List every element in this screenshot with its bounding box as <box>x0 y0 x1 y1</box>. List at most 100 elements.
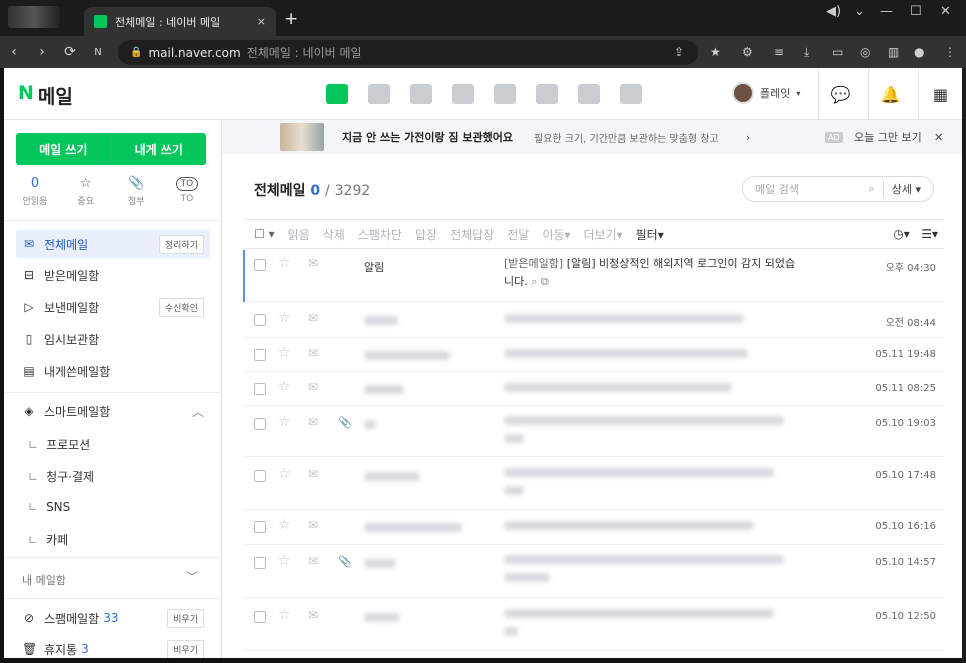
memo-service-icon[interactable] <box>410 84 432 104</box>
envelope-icon[interactable]: ✉ <box>308 380 318 394</box>
reload-icon[interactable]: ⟳ <box>56 44 84 60</box>
back-icon[interactable]: ‹ <box>0 44 28 60</box>
read-receipt-button[interactable]: 수신확인 <box>158 297 204 317</box>
row-checkbox[interactable] <box>254 557 266 569</box>
star-icon[interactable]: ☆ <box>278 345 291 361</box>
subject-blurred[interactable] <box>504 311 804 329</box>
subject[interactable]: [받은메일함] [알림] 비정상적인 해외지역 로그인이 감지 되었습니다. ⌕… <box>504 255 804 291</box>
mail-service-icon[interactable] <box>326 84 348 104</box>
star-icon[interactable]: ☆ <box>278 466 291 482</box>
search-box[interactable]: 메일 검색 ⌕ 상세 ▾ <box>742 176 934 202</box>
row-checkbox[interactable] <box>254 418 266 430</box>
envelope-icon[interactable]: ✉ <box>308 311 318 325</box>
close-icon[interactable]: ✕ <box>934 131 943 144</box>
detail-search-button[interactable]: 상세 ▾ <box>882 181 933 197</box>
write-mail-button[interactable]: 메일 쓰기 <box>16 133 112 165</box>
maximize-icon[interactable]: ☐ <box>910 4 922 19</box>
download-icon[interactable]: ⤓ <box>804 45 809 60</box>
todo-service-icon[interactable] <box>536 84 558 104</box>
chevron-down-icon[interactable]: ﹀ <box>186 568 198 585</box>
screenshot-icon[interactable]: ◎ <box>860 45 870 59</box>
star-icon[interactable]: ☆ <box>278 517 291 533</box>
star-icon[interactable]: ☆ <box>278 379 291 395</box>
talk-icon[interactable]: 💬 <box>818 68 862 120</box>
read-button[interactable]: 읽음 <box>288 226 310 243</box>
move-button[interactable]: 이동▾ <box>542 226 570 243</box>
new-tab-button[interactable]: + <box>284 9 298 29</box>
forward-button[interactable]: 전달 <box>507 226 529 243</box>
envelope-icon[interactable]: ✉ <box>308 518 318 532</box>
smart-sub-promotion[interactable]: ∟ 프로모션 <box>28 436 90 453</box>
menu-icon[interactable]: ⋮ <box>944 45 956 59</box>
subject-blurred[interactable] <box>504 552 804 588</box>
capture-icon[interactable]: ▭ <box>832 45 843 59</box>
row-checkbox[interactable] <box>254 383 266 395</box>
envelope-icon[interactable]: ✉ <box>308 554 318 568</box>
naver-mail-logo[interactable]: N 메일 <box>18 82 73 109</box>
bookmark-service-icon[interactable] <box>620 84 642 104</box>
row-checkbox[interactable] <box>254 470 266 482</box>
empty-spam-button[interactable]: 비우기 <box>167 608 204 628</box>
close-window-icon[interactable]: ✕ <box>940 4 951 19</box>
bookmark-star-icon[interactable]: ★ <box>710 45 721 59</box>
my-folders-title[interactable]: 내 메일함 <box>22 572 66 588</box>
reply-button[interactable]: 답장 <box>415 226 437 243</box>
folder-all-mail[interactable]: ✉ 전체메일 정리하기 <box>16 230 210 258</box>
table-row[interactable]: ☆ ✉ 05.10 16:16 <box>244 510 944 545</box>
star-icon[interactable]: ☆ <box>278 310 291 326</box>
search-input[interactable]: 메일 검색 <box>755 181 799 197</box>
row-checkbox[interactable] <box>254 314 266 326</box>
more-button[interactable]: 더보기▾ <box>583 226 622 243</box>
folder-self[interactable]: ▤ 내게쓴메일함 <box>16 357 210 385</box>
subject-blurred[interactable] <box>504 413 804 449</box>
sort-time-icon[interactable]: ◷▾ ☰▾ <box>893 227 938 241</box>
minimize-icon[interactable]: — <box>880 4 893 19</box>
select-all-checkbox[interactable]: ☐ ▾ <box>254 227 275 241</box>
subject-blurred[interactable] <box>504 606 804 642</box>
row-checkbox[interactable] <box>254 259 266 271</box>
calendar-service-icon[interactable] <box>368 84 390 104</box>
table-row[interactable]: ☆ ✉ 05.10 17:48 <box>244 457 944 510</box>
chevron-up-icon[interactable]: ︿ <box>192 403 204 420</box>
unread-count[interactable]: 0 <box>310 183 320 199</box>
preview-icon[interactable]: ⌕ ⧉ <box>531 275 549 288</box>
reply-all-button[interactable]: 전체답장 <box>450 226 494 243</box>
star-icon[interactable]: ☆ <box>278 414 291 430</box>
table-row[interactable]: ☆ ✉ 오전 08:44 <box>244 303 944 338</box>
address-bar[interactable]: 🔒 mail.naver.com 전체메일 : 네이버 메일 <box>118 40 698 65</box>
share-icon[interactable]: ⇪ <box>674 45 684 59</box>
sidebar-toggle-icon[interactable]: ▥ <box>888 45 899 59</box>
table-row[interactable]: ☆ ✉ 📎 05.10 14:57 <box>244 545 944 598</box>
search-icon[interactable]: ⌕ <box>869 182 875 196</box>
profile-menu[interactable]: 플레잇 ▾ <box>732 82 800 104</box>
table-row[interactable]: ☆ ✉ 05.11 19:48 <box>244 338 944 372</box>
smart-sub-billing[interactable]: ∟ 청구·결제 <box>28 468 94 485</box>
organize-button[interactable]: 정리하기 <box>158 234 204 254</box>
quick-attachment[interactable]: 📎 첨부 <box>117 176 155 207</box>
folder-smart[interactable]: ◈ 스마트메일함 ︿ <box>16 397 210 425</box>
envelope-icon[interactable]: ✉ <box>308 608 318 622</box>
table-row[interactable]: ☆ ✉ 05.10 12:50 <box>244 598 944 651</box>
smart-sub-cafe[interactable]: ∟ 카페 <box>28 531 68 548</box>
write-self-button[interactable]: 내게 쓰기 <box>111 133 206 165</box>
subject-blurred[interactable] <box>504 346 804 364</box>
envelope-icon[interactable]: ✉ <box>308 467 318 481</box>
envelope-icon[interactable]: ✉ <box>308 256 318 270</box>
notification-bell-icon[interactable]: 🔔 <box>868 68 912 120</box>
tab-close-icon[interactable]: × <box>257 15 266 28</box>
mybox-service-icon[interactable] <box>494 84 516 104</box>
folder-sent[interactable]: ▷ 보낸메일함 수신확인 <box>16 293 210 321</box>
table-row[interactable]: ☆ ✉ 05.11 08:25 <box>244 372 944 406</box>
extensions-icon[interactable]: ⚙ <box>742 45 753 59</box>
table-row[interactable]: ☆ ✉ 📎 05.10 19:03 <box>244 406 944 457</box>
app-grid-icon[interactable]: ▦ <box>918 68 962 120</box>
folder-spam[interactable]: ⊘ 스팸메일함 33 비우기 <box>16 604 210 632</box>
smart-sub-sns[interactable]: ∟ SNS <box>28 500 70 514</box>
folder-inbox[interactable]: ⊟ 받은메일함 <box>16 261 210 289</box>
home-service-icon[interactable] <box>578 84 600 104</box>
delete-button[interactable]: 삭제 <box>323 226 345 243</box>
folder-drafts[interactable]: ▯ 임시보관함 <box>16 325 210 353</box>
contacts-service-icon[interactable] <box>452 84 474 104</box>
browser-tab[interactable]: 전체메일 : 네이버 메일 × <box>84 7 276 36</box>
promo-banner[interactable]: 지금 안 쓰는 가전이랑 짐 보관했어요 필요한 크기, 기간만큼 보관하는 맞… <box>222 120 962 154</box>
